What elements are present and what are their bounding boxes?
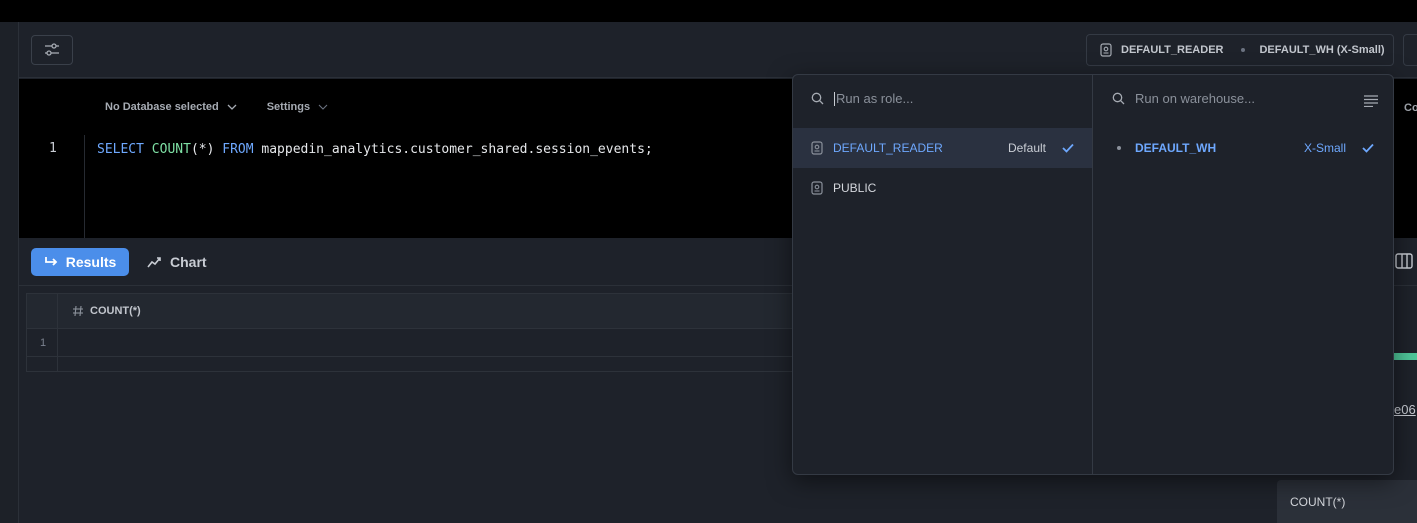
database-selector-label: No Database selected [105,101,219,113]
list-view-button[interactable] [1363,94,1379,112]
database-selector[interactable]: No Database selected [105,101,237,113]
grid-index-column [27,294,58,371]
warehouse-pane: DEFAULT_WH X-Small [1094,75,1393,474]
check-icon [1062,143,1074,153]
return-arrow-icon [44,257,57,266]
share-button-edge[interactable] [1403,34,1417,66]
editor-header: No Database selected Settings [105,101,358,113]
line-chart-icon [147,257,161,268]
search-icon [1112,92,1125,105]
role-search-input[interactable] [836,91,1056,106]
warehouse-status-dot [1117,146,1121,150]
role-pane: DEFAULT_READER Default PUBLIC [793,75,1093,474]
function-count: COUNT [151,142,191,157]
code-line[interactable]: SELECT COUNT(*) FROM mappedin_analytics.… [97,142,653,157]
results-tab-label: Results [65,254,117,270]
check-icon [1362,143,1374,153]
role-option-public[interactable]: PUBLIC [793,168,1092,208]
code-paren: (*) [190,142,215,157]
query-id-link[interactable]: e06 [1394,402,1416,417]
warehouse-option-default-wh[interactable]: DEFAULT_WH X-Small [1094,128,1392,168]
role-search[interactable] [811,91,1056,106]
results-tab[interactable]: Results [31,248,129,276]
role-badge-icon [811,181,823,195]
app-root: DEFAULT_READER DEFAULT_WH (X-Small) No D… [0,0,1417,523]
chart-tab[interactable]: Chart [147,248,207,276]
warehouse-size-label: X-Small [1303,141,1346,155]
role-option-label: PUBLIC [833,181,877,195]
role-badge-icon [1100,43,1112,57]
chevron-down-icon [227,104,237,110]
search-icon [811,92,824,105]
keyword-from: FROM [222,142,254,157]
current-role-label: DEFAULT_READER [1121,44,1224,56]
text-caret [834,91,835,106]
chevron-down-icon [318,104,328,110]
default-tag: Default [1007,141,1046,155]
separator-dot [1241,48,1246,52]
list-icon [1364,95,1378,108]
warehouse-option-label: DEFAULT_WH [1135,141,1217,155]
row-divider [27,356,800,357]
grid-header [27,294,800,329]
chart-tab-label: Chart [170,254,207,270]
column-layout-button[interactable] [1395,253,1413,274]
table-name: mappedin_analytics.customer_shared.sessi… [261,142,653,157]
filter-settings-button[interactable] [31,35,73,65]
column-detail-label: COUNT(*) [1290,495,1346,509]
line-number: 1 [49,141,57,156]
role-badge-icon [811,141,823,155]
row-number: 1 [40,337,47,349]
context-dropdown: DEFAULT_READER Default PUBLIC [792,74,1394,475]
worksheet-toolbar: DEFAULT_READER DEFAULT_WH (X-Small) [19,22,1417,78]
keyword-select: SELECT [97,142,144,157]
role-option-default-reader[interactable]: DEFAULT_READER Default [793,128,1092,168]
current-warehouse-label: DEFAULT_WH (X-Small) [1259,44,1385,56]
results-grid: COUNT(*) 1 [26,293,801,372]
distribution-bar [1393,353,1417,360]
settings-label: Settings [266,101,311,113]
context-selector[interactable]: DEFAULT_READER DEFAULT_WH (X-Small) [1086,34,1394,66]
side-header-fragment: Co [1404,102,1417,114]
column-header-count[interactable]: COUNT(*) [72,305,141,317]
column-header-label: COUNT(*) [90,305,141,317]
column-detail-card[interactable]: COUNT(*) [1277,480,1417,523]
warehouse-search[interactable] [1112,91,1355,106]
hash-icon [73,305,83,317]
sliders-icon [45,43,59,56]
columns-icon [1395,253,1413,269]
role-option-label: DEFAULT_READER [833,141,943,155]
settings-selector[interactable]: Settings [267,101,328,113]
left-rail [0,22,19,523]
top-strip [0,0,1417,22]
line-gutter: 1 [19,135,85,238]
warehouse-search-input[interactable] [1135,91,1355,106]
